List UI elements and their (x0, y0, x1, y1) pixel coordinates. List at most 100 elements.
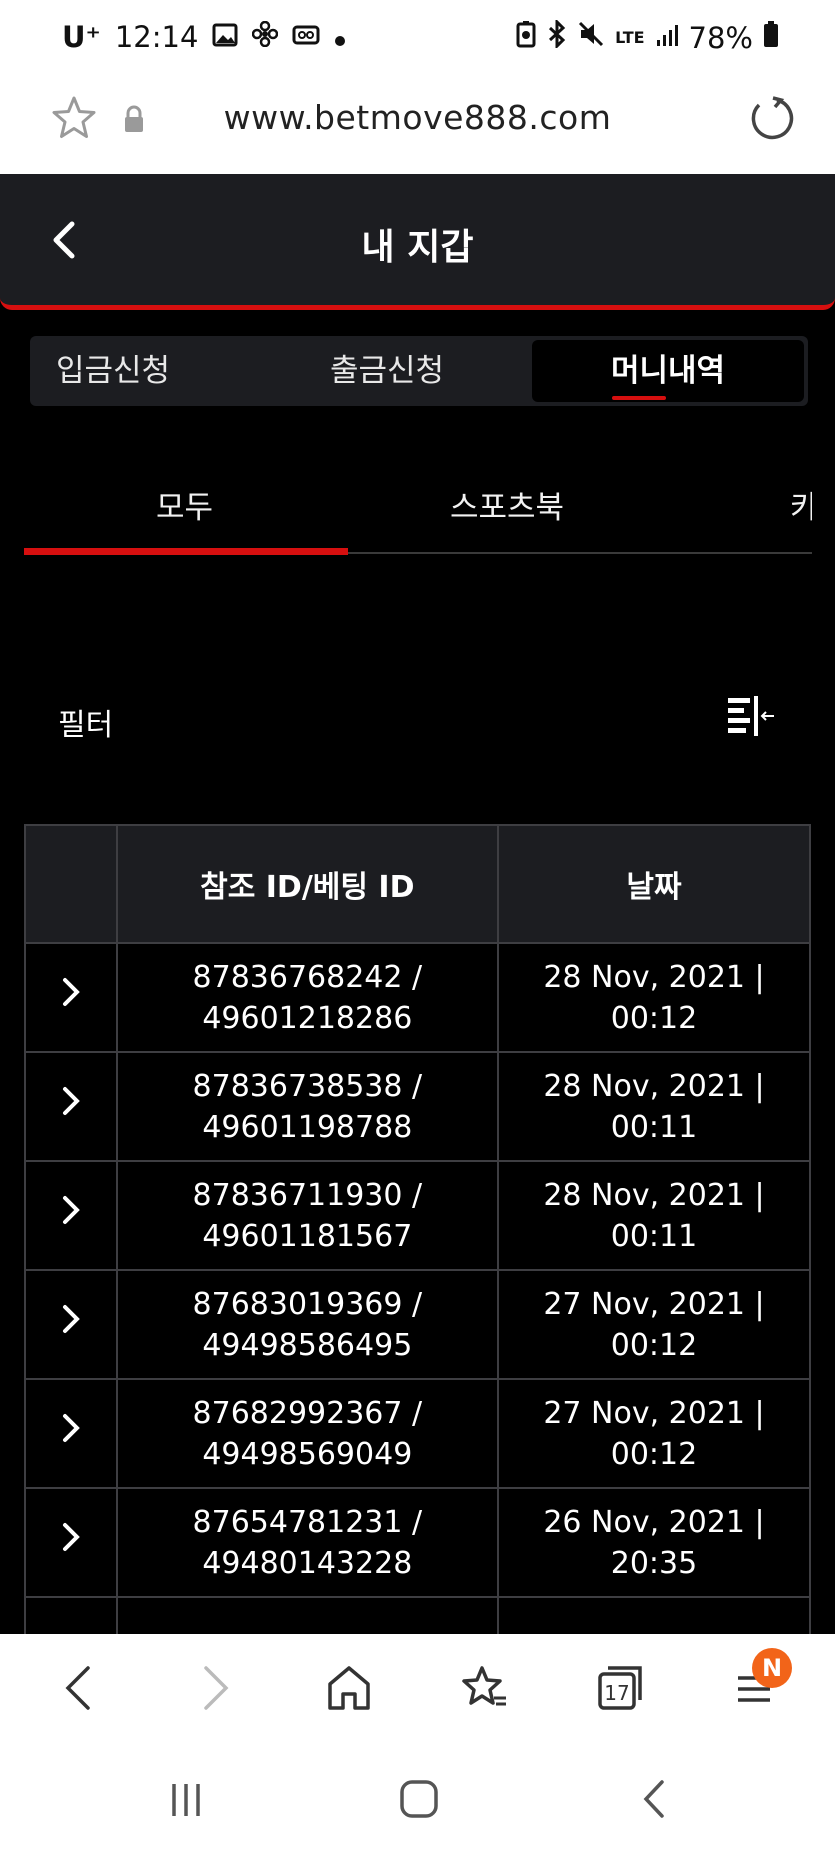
expand-cell[interactable] (24, 1269, 118, 1380)
ref-cell: 87683019369 / 49498586495 (115, 1269, 499, 1380)
date-cell: 28 Nov, 2021 | 00:11 (496, 1160, 812, 1271)
time-text: 20:35 (610, 1545, 698, 1581)
tab-casino-partial[interactable]: 카 (790, 482, 812, 527)
ref-cell: 87836768242 / 49601218286 (115, 942, 499, 1053)
ref-id: 87683019369 / (192, 1286, 423, 1322)
chevron-right-icon[interactable] (61, 1085, 81, 1128)
ref-cell (115, 1596, 499, 1634)
table-row[interactable]: 87682992367 / 49498569049 27 Nov, 2021 | 0… (24, 1378, 812, 1489)
bet-id: 49498586495 (202, 1327, 413, 1363)
chevron-right-icon[interactable] (61, 1521, 81, 1564)
ref-cell: 87682992367 / 49498569049 (115, 1378, 499, 1489)
date-text: 27 Nov, 2021 | (543, 1286, 765, 1322)
tabs-count: 17 (604, 1681, 629, 1705)
status-bar: U⁺ 12:14 LTE 78% (0, 0, 835, 78)
battery-saver-icon (515, 20, 537, 55)
expand-cell[interactable] (24, 1160, 118, 1271)
bluetooth-icon (547, 18, 567, 55)
carrier-label: U⁺ (62, 20, 101, 54)
filter-collapse-icon[interactable] (726, 694, 778, 742)
ref-id: 87654781231 / (192, 1504, 423, 1540)
browser-back-icon[interactable] (62, 1662, 94, 1718)
browser-bottom-nav: 17 N (0, 1634, 835, 1744)
wallet-page: 내 지갑 입금신청 출금신청 머니내역 모두 스포츠북 카 필터 참조 ID/베… (0, 174, 835, 1634)
date-cell: 26 Nov, 2021 | 20:35 (496, 1487, 812, 1598)
time-text: 00:11 (610, 1109, 698, 1145)
header-expand (24, 824, 118, 944)
filter-label: 필터 (58, 708, 114, 743)
tab-sportsbook[interactable]: 스포츠북 (450, 482, 564, 527)
expand-cell[interactable] (24, 1378, 118, 1489)
reload-icon[interactable] (747, 94, 795, 146)
expand-cell[interactable] (24, 942, 118, 1053)
date-text: 28 Nov, 2021 | (543, 1068, 765, 1104)
tab-withdraw[interactable]: 출금신청 (330, 340, 444, 402)
chevron-right-icon[interactable] (61, 1194, 81, 1237)
table-row[interactable]: 87836738538 / 49601198788 28 Nov, 2021 | 0… (24, 1051, 812, 1162)
time-text: 00:12 (610, 1436, 698, 1472)
url-field[interactable]: www.betmove888.com (0, 98, 835, 137)
date-cell: 27 Nov, 2021 | 00:12 (496, 1378, 812, 1489)
menu-notification-badge: N (752, 1648, 792, 1688)
app-header: 내 지갑 (0, 174, 835, 310)
recent-apps-icon[interactable] (166, 1780, 206, 1824)
bet-id: 49601198788 (202, 1109, 413, 1145)
gallery-icon (212, 20, 238, 54)
expand-cell[interactable] (24, 1051, 118, 1162)
chevron-right-icon[interactable] (61, 1412, 81, 1455)
signal-icon (655, 21, 679, 55)
dot-icon (334, 20, 346, 54)
ref-cell: 87836711930 / 49601181567 (115, 1160, 499, 1271)
date-text: 28 Nov, 2021 | (543, 1177, 765, 1213)
wallet-segment-control: 입금신청 출금신청 머니내역 (30, 336, 808, 406)
table-row-partial[interactable] (24, 1596, 812, 1634)
tab-all[interactable]: 모두 (156, 482, 213, 527)
table-row[interactable]: 87654781231 /49480143228 26 Nov, 2021 | 2… (24, 1487, 812, 1598)
home-button-icon[interactable] (398, 1778, 440, 1824)
ref-id: 87836738538 / (192, 1068, 423, 1104)
tabs-icon[interactable]: 17 (596, 1662, 646, 1718)
table-row[interactable]: 87836768242 / 49601218286 28 Nov, 2021 | 0… (24, 942, 812, 1053)
expand-cell[interactable] (24, 1487, 118, 1598)
status-right: LTE 78% (515, 18, 779, 55)
fan-icon (252, 20, 279, 54)
date-cell (496, 1596, 812, 1634)
ref-cell: 87836738538 / 49601198788 (115, 1051, 499, 1162)
date-cell: 28 Nov, 2021 | 00:12 (496, 942, 812, 1053)
ref-id: 87682992367 / (192, 1395, 423, 1431)
battery-icon (763, 20, 779, 55)
header-ref-id: 참조 ID/베팅 ID (115, 824, 499, 944)
table-row[interactable]: 87683019369 / 49498586495 27 Nov, 2021 | 0… (24, 1269, 812, 1380)
active-category-indicator (24, 548, 348, 555)
tab-money-history[interactable]: 머니내역 (532, 340, 804, 402)
date-text: 27 Nov, 2021 | (543, 1395, 765, 1431)
browser-url-bar: www.betmove888.com (0, 78, 835, 174)
table-header-row: 참조 ID/베팅 ID 날짜 (24, 824, 812, 944)
bet-id: 49601181567 (202, 1218, 413, 1254)
date-text: 26 Nov, 2021 | (543, 1504, 765, 1540)
browser-forward-icon[interactable] (200, 1662, 232, 1718)
bet-id: 49601218286 (202, 1000, 413, 1036)
date-text: 28 Nov, 2021 | (543, 959, 765, 995)
chevron-right-icon[interactable] (61, 976, 81, 1019)
bookmarks-icon[interactable] (460, 1662, 510, 1718)
bet-id: 49480143228 (202, 1545, 413, 1581)
money-history-table: 참조 ID/베팅 ID 날짜 87836768242 / 49601218286 … (24, 824, 812, 1634)
header-date: 날짜 (496, 824, 812, 944)
tab-deposit[interactable]: 입금신청 (56, 340, 170, 402)
expand-cell[interactable] (24, 1596, 118, 1634)
page-title: 내 지갑 (361, 227, 474, 268)
bet-id: 49498569049 (202, 1436, 413, 1472)
ref-id: 87836768242 / (192, 959, 423, 995)
system-back-icon[interactable] (640, 1778, 668, 1824)
ref-id: 87836711930 / (192, 1177, 423, 1213)
ref-cell: 87654781231 / 49480143228 (115, 1487, 499, 1598)
tab-money-history-label: 머니내역 (610, 353, 726, 389)
active-tab-underline (612, 396, 666, 400)
category-tabs: 모두 스포츠북 카 (24, 464, 812, 555)
home-icon[interactable] (326, 1662, 372, 1718)
time-text: 00:12 (610, 1327, 698, 1363)
chevron-right-icon[interactable] (61, 1303, 81, 1346)
table-row[interactable]: 87836711930 / 49601181567 28 Nov, 2021 | 0… (24, 1160, 812, 1271)
game-icon (292, 20, 320, 54)
